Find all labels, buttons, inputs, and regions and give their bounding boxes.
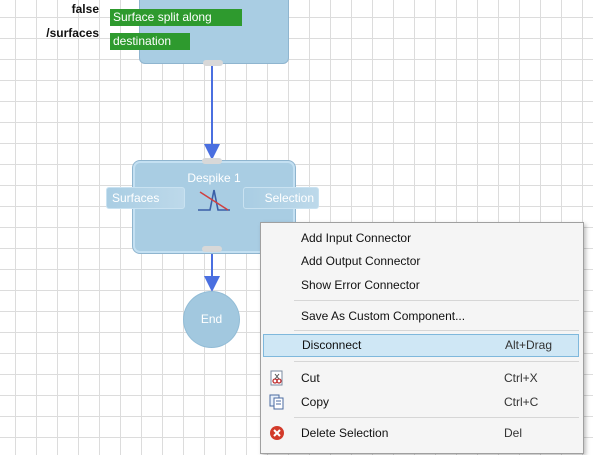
menu-item-disconnect[interactable]: Disconnect Alt+Drag [263,334,579,357]
menu-item-shortcut: Del [504,426,523,440]
menu-item-save-custom-component[interactable]: Save As Custom Component... [261,305,583,328]
menu-item-add-input-connector[interactable]: Add Input Connector [261,227,583,250]
node-title: Despike 1 [187,171,241,185]
menu-item-cut[interactable]: Cut Ctrl+X [261,367,583,390]
output-port-selection[interactable]: Selection [243,187,319,209]
menu-item-label: Add Input Connector [301,231,412,245]
destination-field[interactable]: destination [110,33,190,50]
menu-separator [294,361,579,362]
menu-separator [294,300,579,301]
despike-input-connector[interactable] [202,158,222,164]
delete-icon [270,426,284,440]
menu-item-copy[interactable]: Copy Ctrl+C [261,391,583,414]
input-port-surfaces[interactable]: Surfaces [106,187,185,209]
param-label-surfaces: /surfaces [46,26,99,40]
menu-item-label: Show Error Connector [301,278,420,292]
despike-output-connector[interactable] [202,246,222,252]
menu-item-label: Add Output Connector [301,254,421,268]
param-label-false: false [71,2,99,16]
menu-item-label: Cut [301,371,320,385]
menu-item-add-output-connector[interactable]: Add Output Connector [261,250,583,273]
split-field[interactable]: Surface split along [110,9,242,26]
end-node[interactable]: End [184,292,239,347]
menu-item-shortcut: Ctrl+C [504,395,539,409]
menu-item-delete-selection[interactable]: Delete Selection Del [261,422,583,445]
menu-item-label: Delete Selection [301,426,389,440]
menu-item-shortcut: Ctrl+X [504,371,538,385]
copy-icon [269,394,284,410]
menu-item-show-error-connector[interactable]: Show Error Connector [261,274,583,297]
context-menu: Add Input Connector Add Output Connector… [260,222,584,454]
upstream-output-connector[interactable] [203,60,223,66]
menu-item-label: Save As Custom Component... [301,309,466,323]
menu-item-label: Disconnect [302,338,362,352]
menu-item-shortcut: Alt+Drag [505,338,553,352]
menu-item-label: Copy [301,395,330,409]
cut-icon [270,370,283,386]
menu-separator [294,417,579,418]
menu-separator [294,330,579,331]
despike-curve-icon [198,189,230,211]
